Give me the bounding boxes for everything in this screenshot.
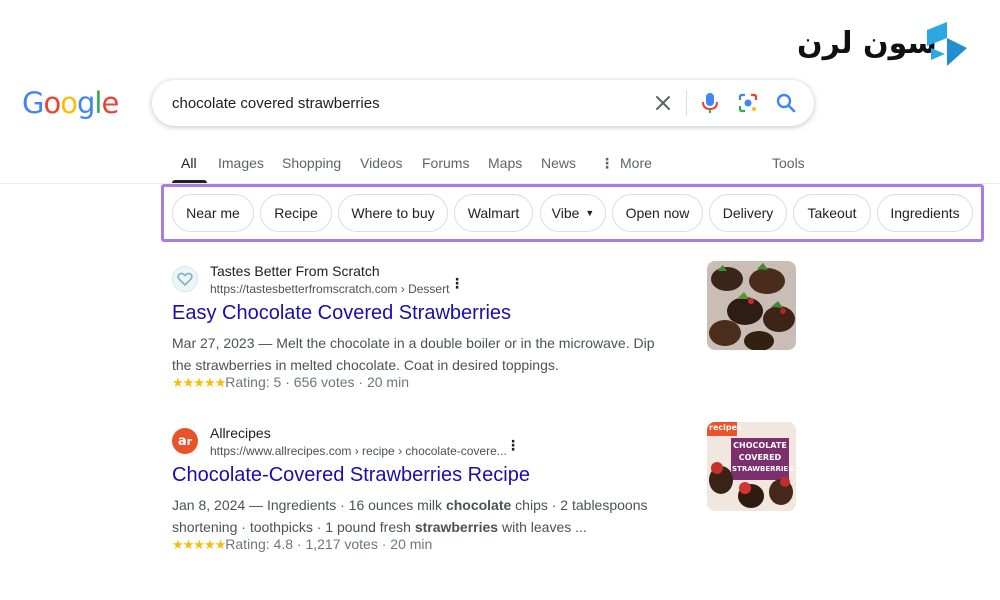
rating-stars-icon: ★★★★★ [172, 375, 226, 390]
tab-videos[interactable]: Videos [360, 155, 403, 171]
rating-value: Rating: 5 [225, 374, 282, 390]
site-url[interactable]: https://www.allrecipes.com › recipe › ch… [210, 444, 507, 458]
chip-recipe[interactable]: Recipe [260, 194, 332, 232]
tab-news[interactable]: News [541, 155, 576, 171]
site-name[interactable]: Allrecipes [210, 425, 271, 441]
result-title[interactable]: Chocolate-Covered Strawberries Recipe [172, 464, 530, 487]
watermark-logo: سون لرن [797, 22, 969, 68]
site-name[interactable]: Tastes Better From Scratch [210, 263, 380, 279]
result-snippet: Mar 27, 2023 — Melt the chocolate in a d… [172, 335, 655, 373]
chip-delivery[interactable]: Delivery [709, 194, 787, 232]
chip-vibe-label: Vibe [551, 205, 580, 221]
snippet-highlight: chocolate [445, 497, 512, 513]
rating-row: ★★★★★Rating: 5 · 656 votes · 20 min [172, 374, 409, 390]
chip-where-to-buy[interactable]: Where to buy [338, 194, 448, 232]
rating-stars-icon: ★★★★★ [172, 537, 226, 552]
snippet-date: Jan 8, 2024 [172, 497, 246, 513]
search-bar-divider [686, 90, 687, 116]
search-input[interactable] [172, 92, 632, 114]
tab-images[interactable]: Images [218, 155, 264, 171]
chip-near-me[interactable]: Near me [172, 194, 254, 232]
snippet-part: Ingredients · 16 ounces milk [266, 497, 446, 513]
more-options-icon[interactable]: ⋮ [450, 276, 464, 290]
snippet-highlight: strawberries [414, 519, 499, 535]
chip-vibe[interactable]: Vibe ▼ [540, 194, 606, 232]
tab-maps[interactable]: Maps [488, 155, 522, 171]
thumb-title-line: CHOCOLATE [733, 441, 787, 450]
cook-time: 20 min [390, 536, 433, 552]
google-logo[interactable]: Google [22, 86, 119, 120]
site-url[interactable]: https://tastesbetterfromscratch.com › De… [210, 282, 449, 296]
site-favicon-heart-icon[interactable] [172, 266, 198, 292]
thumb-brand-text: recipes [709, 423, 742, 432]
result-snippet: Jan 8, 2024 — Ingredients · 16 ounces mi… [172, 497, 648, 535]
result-thumbnail[interactable]: recipes CHOCOLATE COVERED STRAWBERRIES [707, 422, 796, 511]
clear-icon[interactable] [651, 91, 675, 115]
watermark-text: سون لرن [797, 26, 938, 61]
more-options-icon[interactable]: ⋮ [506, 438, 520, 452]
tab-shopping[interactable]: Shopping [282, 155, 341, 171]
rating-votes: 656 votes [293, 374, 355, 390]
chip-open-now[interactable]: Open now [612, 194, 703, 232]
more-dots-icon: ⋮ [600, 155, 614, 171]
result-thumbnail[interactable] [707, 261, 796, 350]
watermark-shape-icon [927, 22, 967, 66]
thumb-title-line: COVERED [738, 453, 782, 462]
cook-time: 20 min [366, 374, 409, 390]
search-bar[interactable] [152, 80, 814, 126]
snippet-date: Mar 27, 2023 [172, 335, 255, 351]
search-icon[interactable] [774, 91, 798, 115]
snippet-part: with leaves ... [498, 519, 587, 535]
tab-more-label: More [620, 155, 652, 171]
tab-tools[interactable]: Tools [772, 155, 805, 171]
rating-votes: 1,217 votes [305, 536, 378, 552]
chip-walmart[interactable]: Walmart [454, 194, 533, 232]
rating-row: ★★★★★Rating: 4.8 · 1,217 votes · 20 min [172, 536, 433, 552]
tab-all[interactable]: All [181, 155, 197, 171]
chip-takeout[interactable]: Takeout [793, 194, 871, 232]
thumb-title-line: STRAWBERRIES [732, 465, 794, 473]
search-result: Tastes Better From Scratch https://taste… [172, 263, 692, 396]
search-result: ar Allrecipes https://www.allrecipes.com… [172, 425, 692, 558]
site-favicon-allrecipes-icon[interactable]: ar [172, 428, 198, 454]
result-title[interactable]: Easy Chocolate Covered Strawberries [172, 302, 511, 325]
tab-more[interactable]: ⋮ More [600, 155, 652, 172]
dropdown-caret-icon: ▼ [585, 208, 595, 218]
tab-forums[interactable]: Forums [422, 155, 469, 171]
rating-value: Rating: 4.8 [225, 536, 293, 552]
chip-ingredients[interactable]: Ingredients [877, 194, 973, 232]
lens-icon[interactable] [736, 91, 760, 115]
microphone-icon[interactable] [698, 91, 722, 115]
